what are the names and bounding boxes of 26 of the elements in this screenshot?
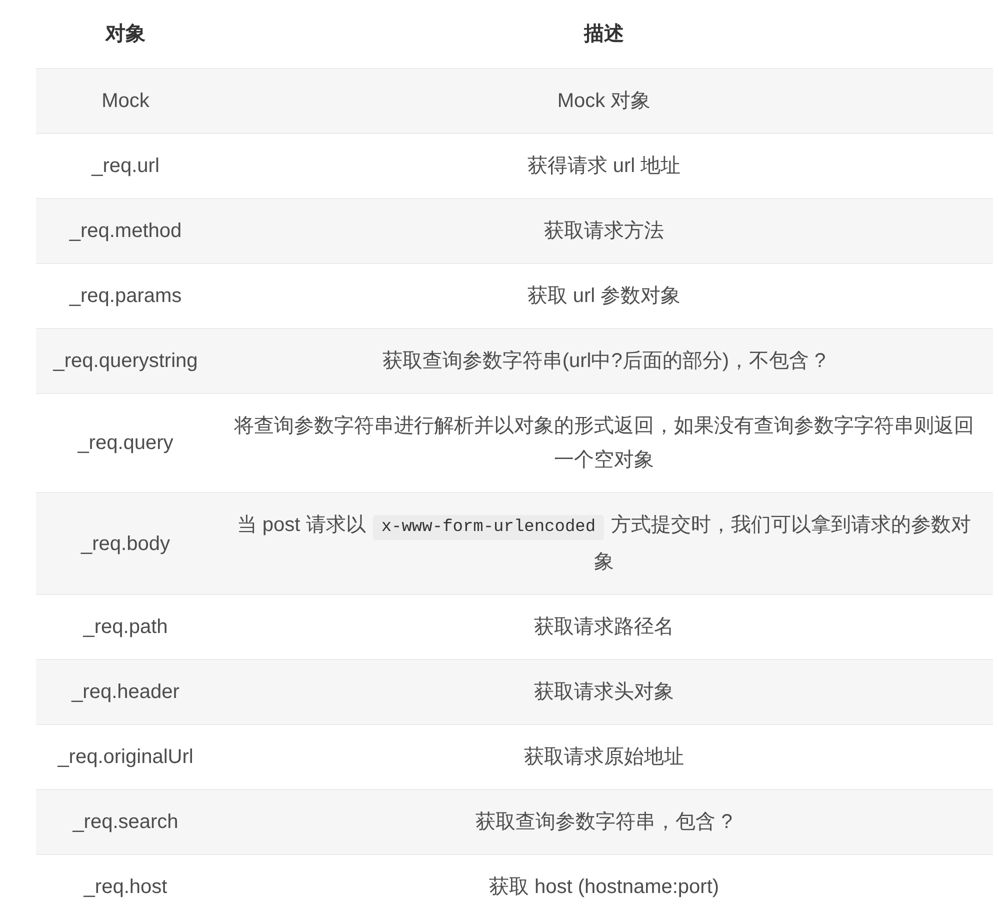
column-header: 对象 [106, 22, 146, 47]
object-name: _req.path [83, 615, 168, 640]
description-text: 获取查询参数字符串(url中?后面的部分)，不包含 ? [382, 349, 826, 374]
description-text: 将查询参数字符串进行解析并以对象的形式返回，如果没有查询参数字字符串则返回一个空对象 [233, 414, 975, 473]
description-text: 当 post 请求以 x-www-form-urlencoded 方式提交时，我们可以拿到请求的参数对象 [236, 513, 972, 575]
object-name: _req.querystring [53, 349, 198, 374]
description-text: 获取请求头对象 [534, 680, 674, 705]
description-text: 获得请求 url 地址 [527, 154, 681, 179]
column-header: 描述 [584, 22, 624, 47]
description-text: 获取请求方法 [544, 219, 664, 244]
object-name: _req.header [72, 680, 180, 705]
object-name: _req.host [84, 875, 168, 900]
description-text: Mock 对象 [557, 89, 651, 114]
object-name: _req.body [81, 532, 170, 556]
object-name: _req.originalUrl [58, 745, 194, 770]
object-name: _req.query [78, 431, 174, 456]
description-text: 获取请求原始地址 [524, 745, 684, 770]
object-name: Mock [102, 89, 150, 114]
object-name: _req.params [69, 284, 182, 309]
object-name: _req.url [92, 154, 160, 179]
description-text: 获取查询参数字符串，包含 ? [476, 810, 732, 835]
description-text: 获取请求路径名 [534, 615, 674, 640]
object-name: _req.method [69, 219, 182, 244]
description-text: 获取 url 参数对象 [527, 284, 681, 309]
object-name: _req.search [72, 810, 178, 835]
description-text: 获取 host (hostname:port) [488, 875, 720, 900]
